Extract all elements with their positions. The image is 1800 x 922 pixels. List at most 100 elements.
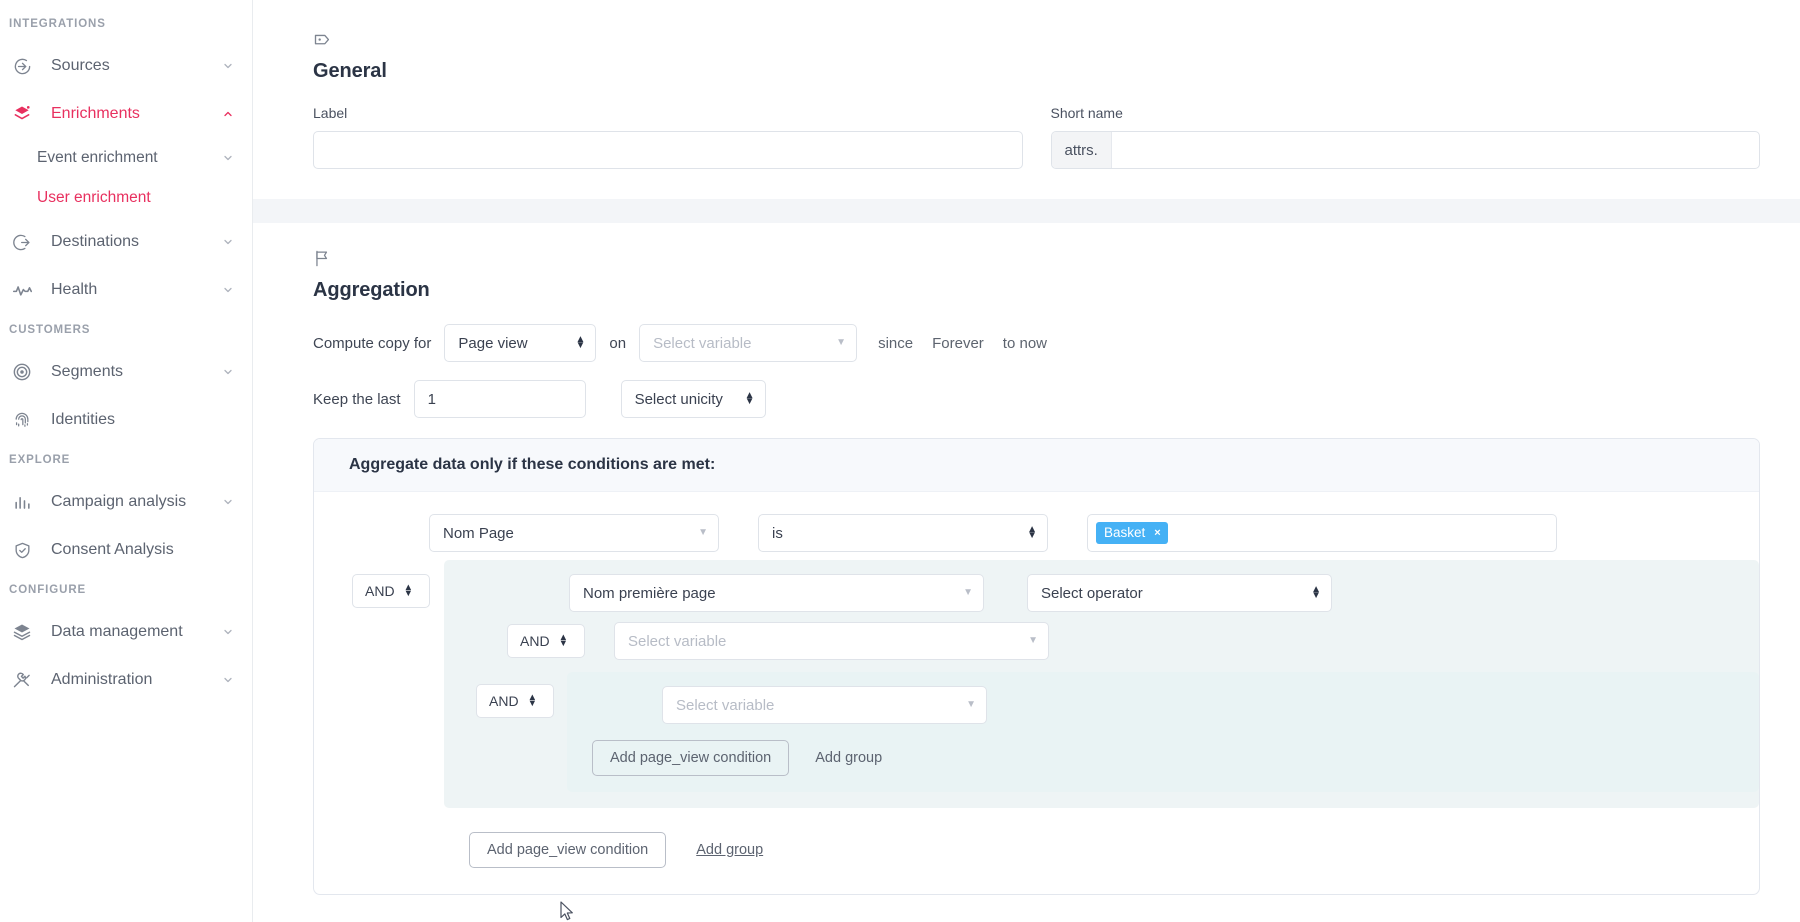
- chevron-down-icon: ▼: [698, 528, 708, 538]
- sidebar-subitem-user-enrichment[interactable]: User enrichment: [0, 178, 252, 218]
- group-2-logic-value: AND: [489, 693, 519, 709]
- group-1-logic-select[interactable]: AND ▲▼: [352, 574, 430, 608]
- group-1-row-b-variable-placeholder: Select variable: [628, 633, 1018, 650]
- sidebar-item-label: Administration: [51, 671, 220, 689]
- conditions-body: Nom Page ▼ is ▲▼ Basket ×: [314, 492, 1759, 894]
- group-1-box: Nom première page ▼ Select operator ▲▼: [444, 560, 1759, 808]
- label-field-label: Label: [313, 105, 1023, 121]
- admin-icon: [9, 669, 35, 691]
- sidebar-item-destinations[interactable]: Destinations: [0, 218, 252, 266]
- unicity-select[interactable]: Select unicity ▲▼: [621, 380, 766, 418]
- condition-1-operator-value: is: [772, 525, 1017, 542]
- chevron-down-icon[interactable]: [220, 674, 236, 686]
- sidebar-subitem-event-enrichment[interactable]: Event enrichment: [0, 138, 252, 178]
- group-1-row-b: AND ▲▼ Select variable ▼: [444, 622, 1759, 660]
- destinations-icon: [9, 231, 35, 253]
- group-2-add-group-button[interactable]: Add group: [815, 750, 882, 766]
- sidebar-item-campaign-analysis[interactable]: Campaign analysis: [0, 478, 252, 526]
- sidebar-section-integrations: INTEGRATIONS: [0, 8, 252, 42]
- sidebar-section-customers: CUSTOMERS: [0, 314, 252, 348]
- label-field-wrap: Label: [313, 105, 1023, 169]
- event-type-select[interactable]: Page view ▲▼: [444, 324, 596, 362]
- group-1-row-a-operator-select[interactable]: Select operator ▲▼: [1027, 574, 1332, 612]
- sidebar-item-segments[interactable]: Segments: [0, 348, 252, 396]
- sidebar-item-label: Segments: [51, 363, 220, 381]
- sidebar-subitem-label: Event enrichment: [37, 149, 220, 167]
- sidebar-item-label: Campaign analysis: [51, 493, 220, 511]
- label-input[interactable]: [313, 131, 1023, 169]
- flag-icon: [313, 249, 335, 271]
- short-name-field-wrap: Short name attrs.: [1051, 105, 1761, 169]
- shield-check-icon: [9, 539, 35, 561]
- sidebar-item-sources[interactable]: Sources: [0, 42, 252, 90]
- condition-1-operator-select[interactable]: is ▲▼: [758, 514, 1048, 552]
- sidebar-item-identities[interactable]: Identities: [0, 396, 252, 444]
- app-root: INTEGRATIONS Sources Enrichments: [0, 0, 1800, 922]
- unicity-value: Select unicity: [635, 391, 735, 408]
- close-icon[interactable]: ×: [1154, 527, 1160, 539]
- group-1-row-b-logic-select[interactable]: AND ▲▼: [507, 624, 585, 658]
- condition-row-1: Nom Page ▼ is ▲▼ Basket ×: [314, 514, 1759, 552]
- sidebar-item-label: Consent Analysis: [51, 541, 236, 559]
- condition-1-variable-select[interactable]: Nom Page ▼: [429, 514, 719, 552]
- condition-1-values[interactable]: Basket ×: [1087, 514, 1557, 552]
- group-1-row-b-logic-value: AND: [520, 633, 550, 649]
- sidebar-section-configure: CONFIGURE: [0, 574, 252, 608]
- sidebar-subitem-label: User enrichment: [37, 189, 236, 207]
- enrichments-icon: [9, 103, 35, 125]
- short-name-prefix: attrs.: [1052, 132, 1112, 168]
- chevron-down-icon[interactable]: [220, 496, 236, 508]
- group-1-wrap: AND ▲▼ Nom première page ▼: [314, 560, 1759, 808]
- keep-last-value: 1: [428, 391, 436, 408]
- aggregation-variable-select[interactable]: Select variable ▼: [639, 324, 857, 362]
- add-condition-button[interactable]: Add page_view condition: [469, 832, 666, 868]
- sidebar-item-data-management[interactable]: Data management: [0, 608, 252, 656]
- sidebar-item-enrichments[interactable]: Enrichments: [0, 90, 252, 138]
- chevron-up-icon[interactable]: [220, 108, 236, 120]
- keep-last-row: Keep the last 1 Select unicity ▲▼: [313, 380, 1760, 418]
- chevron-down-icon[interactable]: [220, 236, 236, 248]
- to-now-label[interactable]: to now: [1003, 335, 1047, 352]
- since-label: since: [878, 335, 913, 352]
- sources-icon: [9, 55, 35, 77]
- since-value[interactable]: Forever: [932, 335, 984, 352]
- keep-last-input[interactable]: 1: [414, 380, 586, 418]
- chevron-down-icon: ▼: [963, 588, 973, 598]
- add-group-button[interactable]: Add group: [696, 842, 763, 858]
- value-chip-label: Basket: [1104, 525, 1145, 540]
- sidebar-item-consent-analysis[interactable]: Consent Analysis: [0, 526, 252, 574]
- sidebar-item-health[interactable]: Health: [0, 266, 252, 314]
- mouse-cursor: [560, 901, 576, 922]
- on-label: on: [609, 335, 626, 352]
- group-1-row-a-variable-select[interactable]: Nom première page ▼: [569, 574, 984, 612]
- sidebar-item-administration[interactable]: Administration: [0, 656, 252, 704]
- health-icon: [9, 279, 35, 301]
- group-1-row-a-variable-value: Nom première page: [583, 585, 953, 602]
- group-1-logic-value: AND: [365, 583, 395, 599]
- conditions-heading: Aggregate data only if these conditions …: [314, 439, 1759, 492]
- updown-icon: ▲▼: [559, 635, 568, 647]
- updown-icon: ▲▼: [1027, 527, 1037, 539]
- layers-icon: [9, 621, 35, 643]
- short-name-input[interactable]: [1112, 132, 1759, 168]
- main-content: General Label Short name attrs.: [253, 0, 1800, 922]
- group-2-box: Select variable ▼ Add page_view conditio…: [567, 672, 1759, 792]
- group-1-row-b-variable-select[interactable]: Select variable ▼: [614, 622, 1049, 660]
- chevron-down-icon[interactable]: [220, 284, 236, 296]
- chevron-down-icon[interactable]: [220, 60, 236, 72]
- group-2-logic-select[interactable]: AND ▲▼: [476, 684, 554, 718]
- group-2-row-a: Select variable ▼: [567, 686, 1759, 724]
- chevron-down-icon[interactable]: [220, 626, 236, 638]
- short-name-input-group[interactable]: attrs.: [1051, 131, 1761, 169]
- value-chip-basket[interactable]: Basket ×: [1096, 522, 1168, 544]
- sidebar-item-label: Data management: [51, 623, 220, 641]
- chevron-down-icon[interactable]: [220, 366, 236, 378]
- group-2-variable-select[interactable]: Select variable ▼: [662, 686, 987, 724]
- group-2-actions: Add page_view condition Add group: [567, 740, 1759, 776]
- chevron-down-icon[interactable]: [220, 152, 236, 164]
- updown-icon: ▲▼: [404, 585, 413, 597]
- event-type-value: Page view: [458, 335, 565, 352]
- chevron-down-icon: ▼: [1028, 636, 1038, 646]
- condition-1-variable-value: Nom Page: [443, 525, 688, 542]
- group-2-add-condition-button[interactable]: Add page_view condition: [592, 740, 789, 776]
